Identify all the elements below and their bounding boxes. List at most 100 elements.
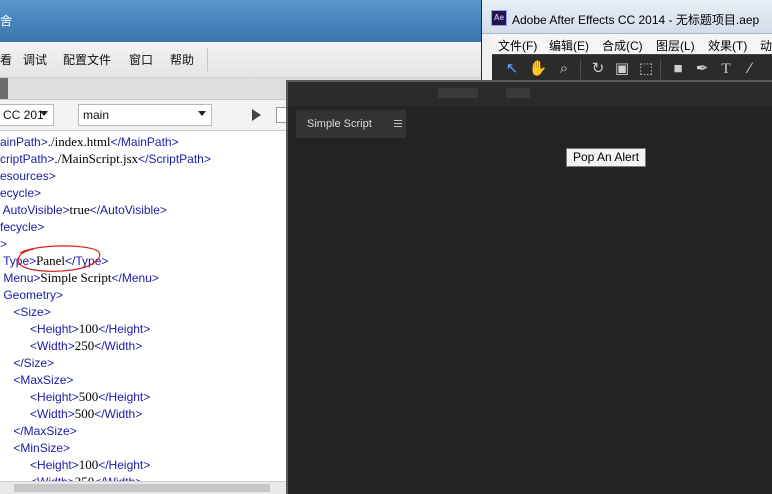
code-tag: <Height>: [30, 390, 79, 404]
ae-menu-layer[interactable]: 图层(L): [656, 37, 695, 54]
code-tag: Geometry>: [3, 288, 64, 302]
code-tag: </ScriptPath>: [138, 152, 211, 166]
ae-window: Ae Adobe After Effects CC 2014 - 无标题项目.a…: [481, 0, 772, 82]
panel-menu-icon[interactable]: [394, 120, 402, 128]
code-line: <Height>100</Height>: [0, 321, 150, 338]
code-tag: ecycle>: [0, 186, 42, 200]
code-value: ./index.html: [47, 134, 111, 149]
ae-menubar: 文件(F) 编辑(E) 合成(C) 图层(L) 效果(T) 动: [492, 34, 772, 54]
code-tag: >: [0, 237, 8, 251]
code-line: criptPath>./MainScript.jsx</ScriptPath>: [0, 151, 211, 168]
code-value: 500: [74, 406, 95, 421]
code-line: <Height>100</Height>: [0, 457, 150, 474]
panel-topbar-ghost: [506, 88, 530, 98]
code-tag: <Height>: [30, 322, 79, 336]
code-value: ./MainScript.jsx: [54, 151, 139, 166]
panel-tab-label: Simple Script: [307, 118, 372, 130]
code-line: <Width>500</Width>: [0, 406, 142, 423]
menu-help[interactable]: 帮助: [170, 51, 194, 68]
chevron-down-icon: [40, 111, 48, 116]
ae-menu-effect[interactable]: 效果(T): [708, 37, 747, 54]
hand-tool-icon[interactable]: ✋: [528, 59, 548, 79]
code-tag: </Width>: [94, 407, 143, 421]
code-tag: <Width>: [30, 339, 75, 353]
pen-tool-icon[interactable]: ✒: [692, 59, 712, 79]
code-tag: </MainPath>: [110, 135, 179, 149]
code-line: </MaxSize>: [0, 423, 77, 440]
version-select[interactable]: CC 201: [0, 104, 54, 126]
code-tag: criptPath>: [0, 152, 55, 166]
menu-debug[interactable]: 调试: [23, 51, 47, 68]
code-tag: fecycle>: [0, 220, 45, 234]
code-tag: AutoVisible>: [2, 203, 70, 217]
rectangle-tool-icon[interactable]: ■: [668, 59, 688, 79]
code-line: <Width>250</Width>: [0, 338, 142, 355]
pop-alert-button[interactable]: Pop An Alert: [566, 148, 647, 167]
ae-menu-edit[interactable]: 编辑(E): [549, 37, 589, 54]
ae-logo-icon: Ae: [491, 10, 507, 26]
code-value: 100: [78, 457, 99, 472]
ae-menu-composition[interactable]: 合成(C): [602, 37, 643, 54]
toolbar-divider: [580, 59, 581, 79]
code-tag: </MaxSize>: [13, 424, 77, 438]
code-tag: <Width>: [30, 407, 75, 421]
menu-profile[interactable]: 配置文件: [63, 51, 111, 68]
code-line: ainPath>./index.html</MainPath>: [0, 134, 179, 151]
code-tag: </Width>: [94, 339, 143, 353]
rotate-tool-icon[interactable]: ↻: [588, 59, 608, 79]
selection-tool-icon[interactable]: ↖: [502, 59, 522, 79]
code-line: Geometry>: [0, 287, 63, 304]
brush-tool-icon[interactable]: ∕: [740, 59, 760, 79]
code-value: 250: [74, 338, 95, 353]
menu-window[interactable]: 窗口: [129, 51, 153, 68]
code-tag: Menu>: [3, 271, 41, 285]
ae-menu-file[interactable]: 文件(F): [498, 37, 537, 54]
scrollbar-thumb[interactable]: [14, 484, 270, 492]
code-tag: </Height>: [98, 458, 151, 472]
panel-topbar[interactable]: [288, 82, 772, 106]
extension-panel-window: Simple Script Pop An Alert: [286, 80, 772, 494]
script-select[interactable]: main: [78, 104, 212, 126]
pan-behind-tool-icon[interactable]: ⬚: [636, 59, 656, 79]
zoom-tool-icon[interactable]: ⌕: [554, 59, 574, 79]
ae-window-title: Adobe After Effects CC 2014 - 无标题项目.aep: [512, 13, 760, 27]
code-line: AutoVisible>true</AutoVisible>: [0, 202, 167, 219]
editor-title: 舍: [0, 14, 13, 28]
code-line: >: [0, 236, 7, 253]
camera-tool-icon[interactable]: ▣: [612, 59, 632, 79]
ae-menu-animation[interactable]: 动: [760, 37, 772, 54]
code-tag: </AutoVisible>: [89, 203, 167, 217]
code-tag: <MinSize>: [13, 441, 71, 455]
play-icon[interactable]: [252, 109, 261, 121]
menu-divider: [207, 48, 208, 72]
code-tag: ainPath>: [0, 135, 48, 149]
ae-titlebar: Ae Adobe After Effects CC 2014 - 无标题项目.a…: [482, 0, 772, 34]
code-value: 100: [78, 321, 99, 336]
code-line: <Size>: [0, 304, 50, 321]
menu-view[interactable]: 看: [0, 51, 12, 68]
editor-titlebar: 舍: [0, 0, 486, 42]
tab-simple-script[interactable]: Simple Script: [296, 110, 406, 138]
code-line: ecycle>: [0, 185, 41, 202]
chevron-down-icon: [198, 111, 206, 116]
ae-toolbar: ↖ ✋ ⌕ ↻ ▣ ⬚ ■ ✒ T ∕: [492, 54, 772, 82]
panel-topbar-ghost: [438, 88, 478, 98]
panel-body: Pop An Alert: [296, 138, 772, 494]
script-select-value: main: [83, 108, 110, 122]
code-line: <Height>500</Height>: [0, 389, 150, 406]
code-line: esources>: [0, 168, 56, 185]
type-tool-icon[interactable]: T: [716, 59, 736, 79]
code-tag: </Height>: [98, 390, 151, 404]
code-line: <MinSize>: [0, 440, 70, 457]
version-select-value: CC 201: [3, 108, 44, 122]
toolbar-divider: [660, 59, 661, 79]
